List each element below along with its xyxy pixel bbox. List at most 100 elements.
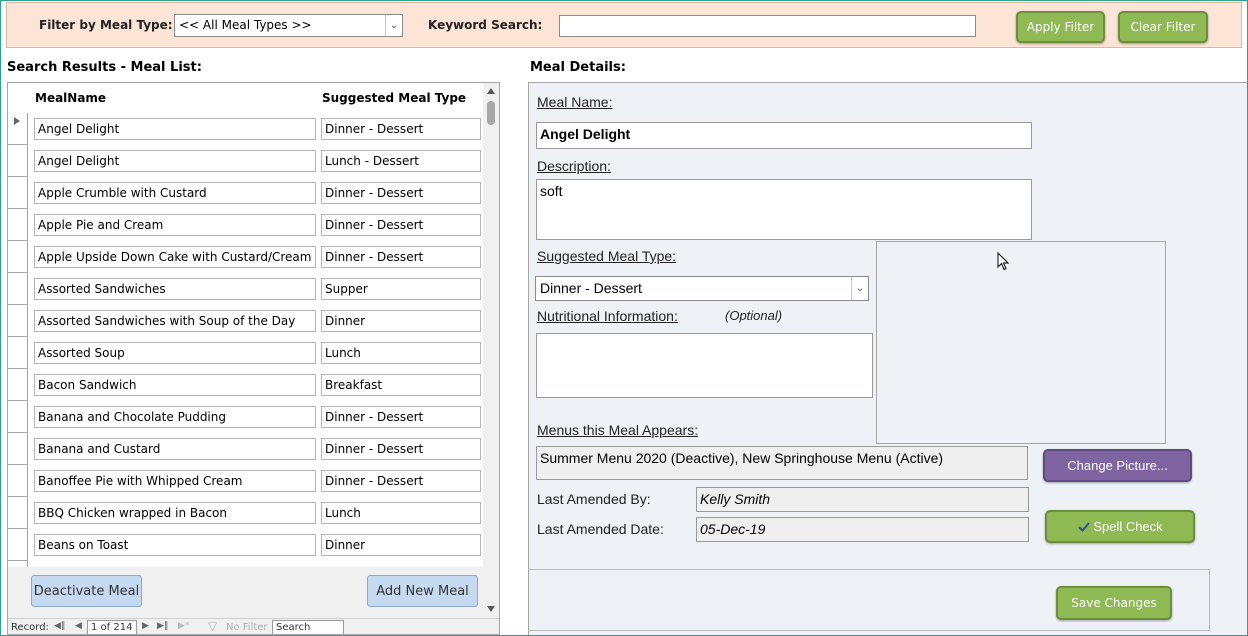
meal-type-filter-value: << All Meal Types >>: [179, 18, 312, 32]
meal-picture-frame: [876, 241, 1166, 444]
meal-type-cell[interactable]: Dinner - Dessert: [321, 246, 481, 268]
filter-icon: ▽: [208, 619, 218, 633]
meal-type-cell[interactable]: Breakfast: [321, 374, 481, 396]
nutritional-info-input[interactable]: [536, 333, 873, 398]
record-selector[interactable]: [8, 241, 28, 273]
change-picture-button[interactable]: Change Picture...: [1043, 449, 1192, 482]
clear-filter-button[interactable]: Clear Filter: [1118, 11, 1208, 43]
record-selector[interactable]: [8, 465, 28, 497]
record-label: Record:: [11, 622, 49, 633]
record-selector[interactable]: [8, 529, 28, 561]
meal-type-cell[interactable]: Lunch - Dessert: [321, 150, 481, 172]
last-amended-by-value: Kelly Smith: [696, 487, 1029, 512]
meal-type-cell[interactable]: Lunch: [321, 502, 481, 524]
record-selector[interactable]: [8, 305, 28, 337]
record-position-field[interactable]: 1 of 214: [87, 620, 137, 634]
suggested-meal-type-label: Suggested Meal Type:: [537, 248, 677, 264]
record-selector[interactable]: [8, 497, 28, 529]
record-selector[interactable]: [8, 273, 28, 305]
current-record-icon: [14, 117, 20, 125]
meal-name-cell[interactable]: Angel Delight: [34, 118, 316, 140]
new-record-icon[interactable]: ▶*: [178, 621, 189, 631]
record-selector[interactable]: [8, 337, 28, 369]
keyword-search-label: Keyword Search:: [428, 18, 543, 32]
spell-check-label: Spell Check: [1093, 519, 1163, 534]
scroll-up-icon[interactable]: [487, 88, 495, 94]
menus-label: Menus this Meal Appears:: [537, 422, 699, 438]
scroll-thumb[interactable]: [487, 101, 495, 125]
meal-type-cell[interactable]: Dinner - Dessert: [321, 182, 481, 204]
deactivate-meal-button[interactable]: Deactivate Meal: [31, 575, 142, 607]
meal-name-cell[interactable]: Banana and Chocolate Pudding: [34, 406, 316, 428]
description-input[interactable]: soft: [536, 179, 1032, 240]
suggested-meal-type-value: Dinner - Dessert: [540, 280, 642, 296]
chevron-down-icon[interactable]: ⌄: [385, 15, 402, 36]
meal-name-cell[interactable]: Apple Pie and Cream: [34, 214, 316, 236]
meal-list-title: Search Results - Meal List:: [7, 60, 202, 75]
last-record-icon[interactable]: ▶‖: [157, 621, 168, 631]
record-selector[interactable]: [8, 401, 28, 433]
meal-list-panel: MealName Suggested Meal Type Angel Delig…: [7, 82, 500, 635]
column-header-meal-name[interactable]: MealName: [35, 91, 106, 105]
meal-name-cell[interactable]: Apple Upside Down Cake with Custard/Crea…: [34, 246, 316, 268]
meal-type-cell[interactable]: Lunch: [321, 342, 481, 364]
mouse-pointer-icon: [997, 252, 1009, 271]
spell-check-icon: [1078, 521, 1091, 532]
meal-type-cell[interactable]: Dinner: [321, 534, 481, 556]
nutritional-info-label: Nutritional Information:: [537, 308, 678, 324]
meal-type-cell[interactable]: Supper: [321, 278, 481, 300]
meal-type-cell[interactable]: Dinner - Dessert: [321, 470, 481, 492]
apply-filter-button[interactable]: Apply Filter: [1016, 11, 1105, 43]
meal-type-cell[interactable]: Dinner - Dessert: [321, 118, 481, 140]
meal-type-cell[interactable]: Dinner - Dessert: [321, 438, 481, 460]
previous-record-icon[interactable]: ◀: [75, 621, 82, 631]
record-selector-column: [8, 113, 28, 603]
meal-name-cell[interactable]: Assorted Sandwiches with Soup of the Day: [34, 310, 316, 332]
chevron-down-icon[interactable]: ⌄: [851, 277, 868, 300]
keyword-search-input[interactable]: [559, 15, 976, 37]
meal-name-cell[interactable]: Assorted Soup: [34, 342, 316, 364]
meal-details-title: Meal Details:: [530, 60, 626, 75]
spell-check-button[interactable]: Spell Check: [1045, 510, 1195, 543]
meal-name-cell[interactable]: Banana and Custard: [34, 438, 316, 460]
record-navigation-bar: Record: ◀‖ ◀ 1 of 214 ▶ ▶‖ ▶* ▽ No Filte…: [8, 618, 499, 634]
add-new-meal-button[interactable]: Add New Meal: [367, 575, 478, 607]
record-search-input[interactable]: Search: [272, 620, 344, 634]
menus-value: Summer Menu 2020 (Deactive), New Springh…: [536, 446, 1028, 480]
meal-type-cell[interactable]: Dinner: [321, 310, 481, 332]
record-selector[interactable]: [8, 209, 28, 241]
save-changes-button[interactable]: Save Changes: [1056, 586, 1172, 620]
meal-name-cell[interactable]: Assorted Sandwiches: [34, 278, 316, 300]
scroll-down-icon[interactable]: [487, 606, 495, 612]
meal-name-cell[interactable]: Beans on Toast: [34, 534, 316, 556]
suggested-meal-type-select[interactable]: Dinner - Dessert ⌄: [535, 276, 869, 301]
last-amended-by-label: Last Amended By:: [537, 491, 651, 507]
last-amended-date-value: 05-Dec-19: [696, 517, 1029, 542]
meal-type-filter-label: Filter by Meal Type:: [39, 18, 173, 32]
next-record-icon[interactable]: ▶: [142, 621, 149, 631]
meal-name-cell[interactable]: BBQ Chicken wrapped in Bacon: [34, 502, 316, 524]
list-scrollbar[interactable]: [483, 83, 499, 618]
description-label: Description:: [537, 158, 611, 174]
last-amended-date-label: Last Amended Date:: [537, 521, 664, 537]
meal-name-input[interactable]: Angel Delight: [536, 122, 1032, 149]
no-filter-indicator[interactable]: No Filter: [226, 622, 268, 633]
meal-name-cell[interactable]: Banoffee Pie with Whipped Cream: [34, 470, 316, 492]
save-area: Save Changes: [529, 569, 1210, 631]
record-selector[interactable]: [8, 369, 28, 401]
first-record-icon[interactable]: ◀‖: [54, 621, 65, 631]
optional-label: (Optional): [725, 308, 783, 323]
meal-name-cell[interactable]: Apple Crumble with Custard: [34, 182, 316, 204]
meal-name-cell[interactable]: Angel Delight: [34, 150, 316, 172]
record-selector[interactable]: [8, 177, 28, 209]
meal-name-cell[interactable]: Bacon Sandwich: [34, 374, 316, 396]
record-selector[interactable]: [8, 145, 28, 177]
record-selector[interactable]: [8, 113, 28, 145]
meal-name-label: Meal Name:: [537, 94, 613, 110]
meal-type-cell[interactable]: Dinner - Dessert: [321, 214, 481, 236]
meal-details-panel: Meal Name: Angel Delight Description: so…: [528, 82, 1248, 636]
column-header-meal-type[interactable]: Suggested Meal Type: [322, 91, 466, 105]
meal-type-cell[interactable]: Dinner - Dessert: [321, 406, 481, 428]
meal-type-filter-select[interactable]: << All Meal Types >> ⌄: [174, 14, 403, 37]
record-selector[interactable]: [8, 433, 28, 465]
